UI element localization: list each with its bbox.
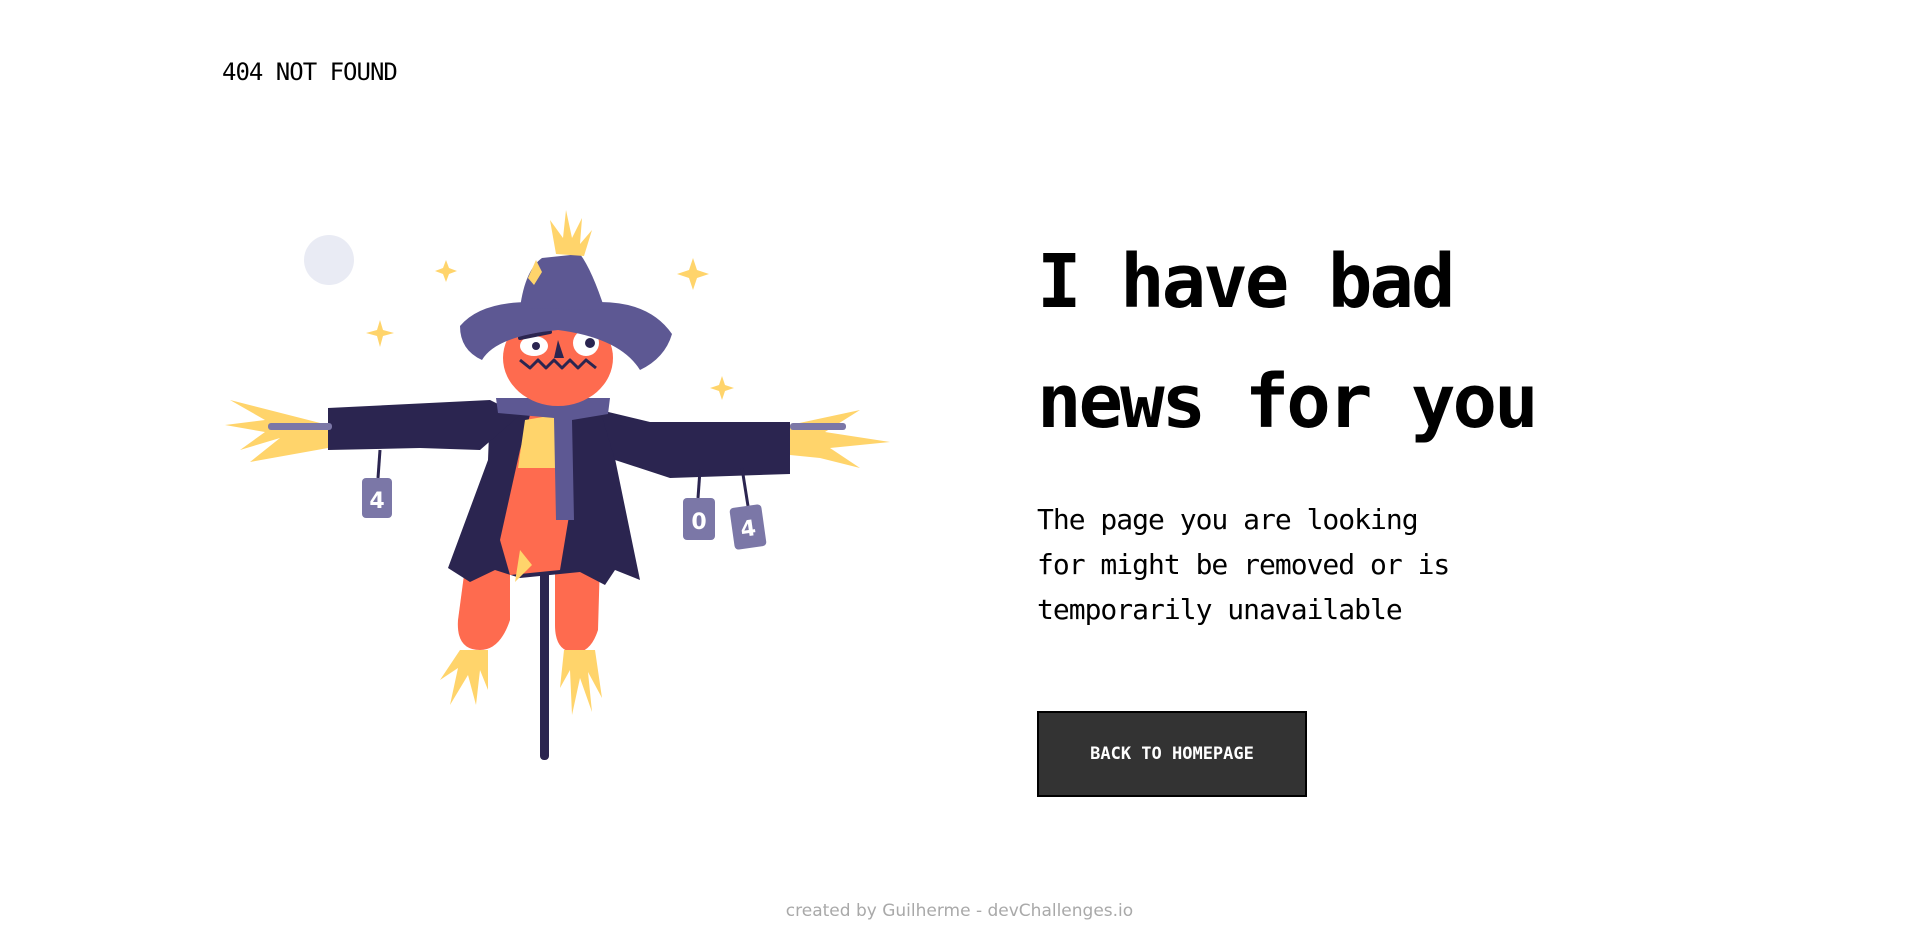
moon-circle xyxy=(304,235,354,285)
sparkle-star xyxy=(710,376,734,400)
footer-credit: created by Guilherme - devChallenges.io xyxy=(785,901,1134,921)
sparkle-star xyxy=(435,260,457,282)
can-label-middle: 0 xyxy=(691,510,706,535)
left-foot-straw xyxy=(440,650,488,705)
hat-straw xyxy=(550,210,592,256)
back-to-homepage-button[interactable]: BACK TO HOMEPAGE xyxy=(1037,711,1307,797)
headline-line-2: news for you xyxy=(1037,359,1539,445)
headline-line-1: I have bad xyxy=(1037,239,1456,325)
page-headline: I have bad news for you xyxy=(1037,222,1677,462)
can-label-left: 4 xyxy=(369,489,384,514)
scarecrow-illustration: 4 0 4 xyxy=(220,210,890,770)
right-hand-straw xyxy=(790,410,890,468)
right-arm-stick xyxy=(790,423,846,430)
right-foot-straw xyxy=(560,650,602,715)
right-sleeve xyxy=(600,410,790,478)
site-logo[interactable]: 404 NOT FOUND xyxy=(222,58,398,86)
description-line-3: temporarily unavailable xyxy=(1037,593,1403,626)
description-line-2: for might be removed or is xyxy=(1037,548,1450,581)
sparkle-star xyxy=(677,258,709,290)
left-hand-straw xyxy=(225,400,328,462)
error-description: The page you are looking for might be re… xyxy=(1037,497,1557,632)
left-arm-stick xyxy=(268,423,332,430)
sparkle-star xyxy=(366,320,394,347)
description-line-1: The page you are looking xyxy=(1037,503,1419,536)
